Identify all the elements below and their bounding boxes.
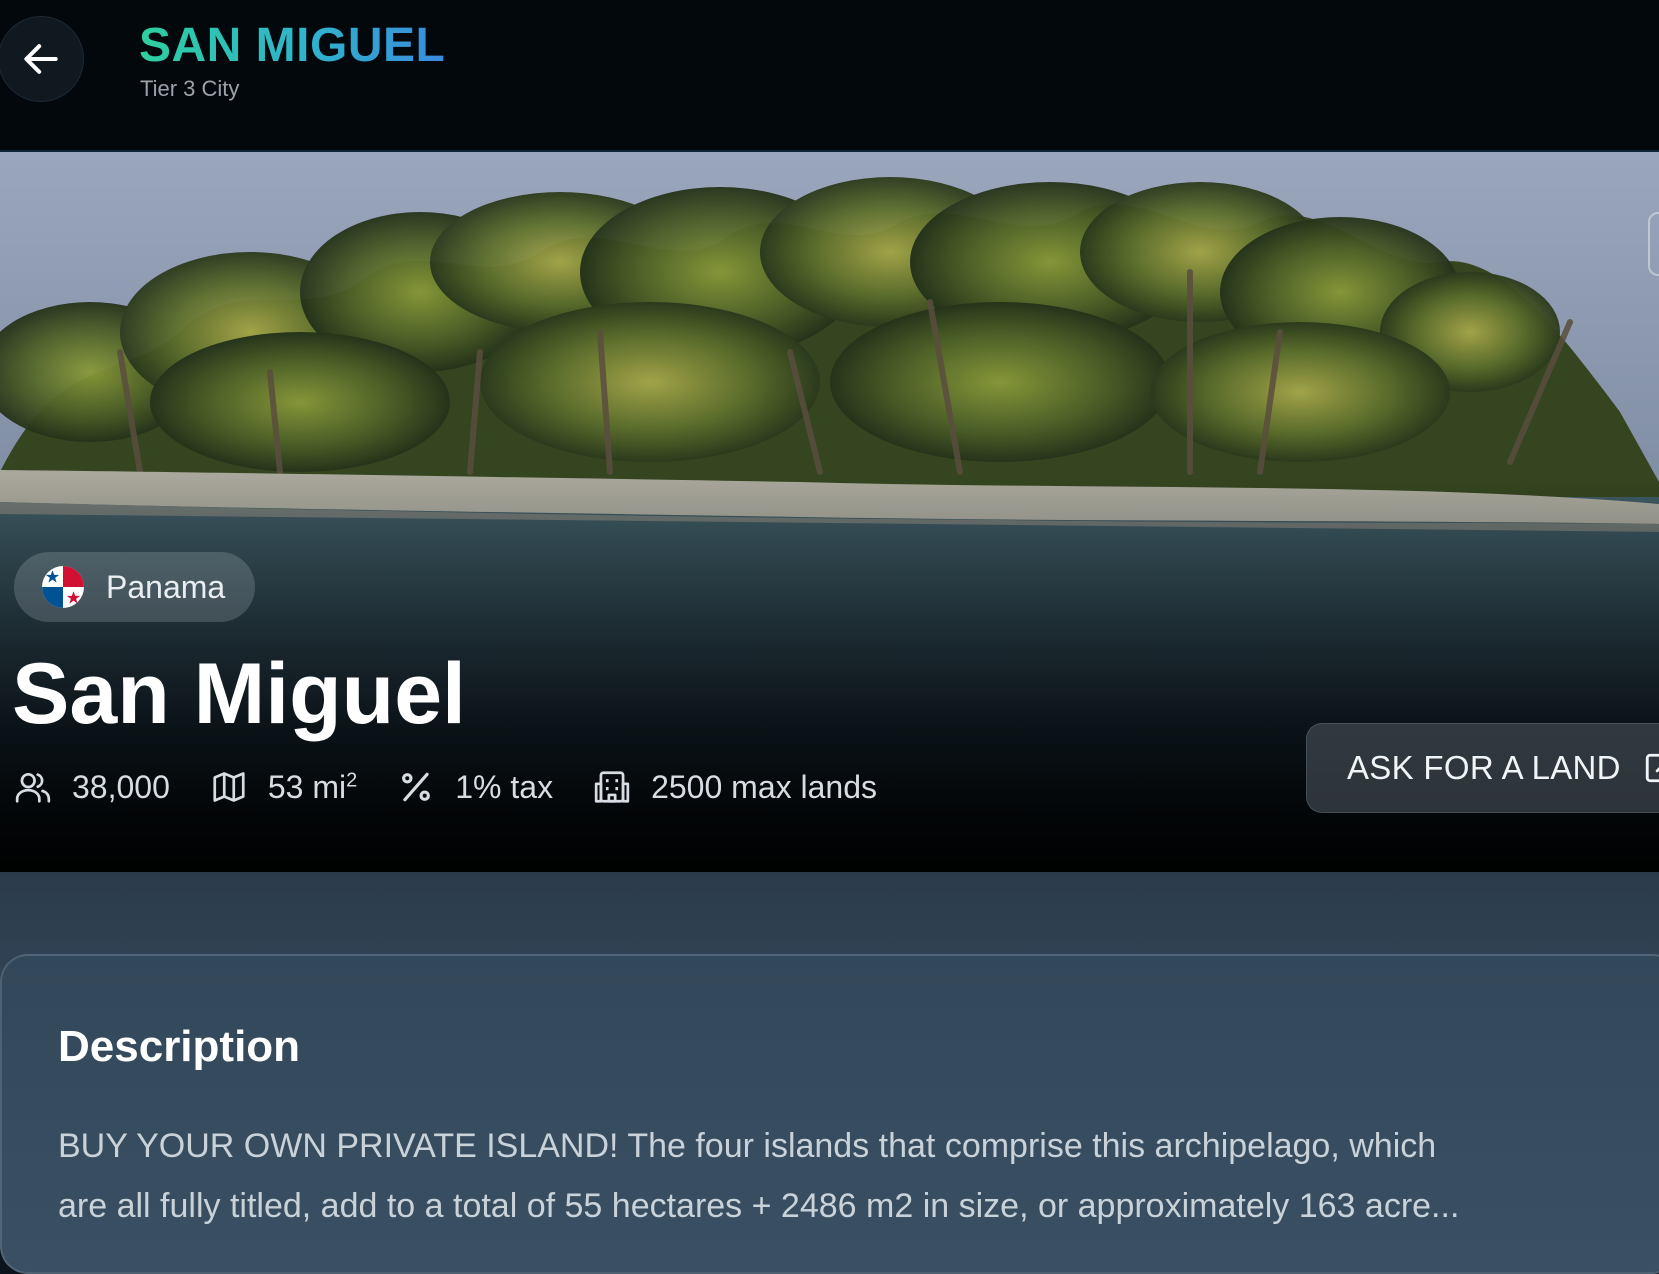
description-line: BUY YOUR OWN PRIVATE ISLAND! The four is… (58, 1127, 1437, 1165)
external-link-icon (1645, 753, 1659, 783)
top-header: SAN MIGUEL Tier 3 City (0, 0, 1659, 152)
max-lands-value: 2500 max lands (651, 768, 877, 805)
country-name: Panama (106, 568, 226, 605)
stat-area: 53 mi2 (210, 768, 357, 806)
page-title: SAN MIGUEL (139, 19, 446, 72)
city-name-heading: San Miguel (12, 646, 466, 742)
users-icon (15, 772, 51, 803)
ask-for-land-label: ASK FOR A LAND (1347, 749, 1621, 786)
panama-flag-icon (42, 566, 84, 608)
arrow-left-icon (24, 44, 58, 74)
description-card: Description BUY YOUR OWN PRIVATE ISLAND!… (0, 954, 1659, 1274)
population-value: 38,000 (72, 768, 170, 805)
ask-for-land-button[interactable]: ASK FOR A LAND (1306, 723, 1659, 813)
map-icon (213, 772, 245, 802)
city-stats: 38,000 53 mi2 1% tax 2500 max lands (14, 762, 917, 812)
description-text: BUY YOUR OWN PRIVATE ISLAND! The four is… (58, 1116, 1648, 1236)
stat-population: 38,000 (14, 768, 170, 806)
percent-icon (402, 772, 431, 802)
stat-tax: 1% tax (397, 768, 553, 806)
carousel-handle[interactable] (1648, 212, 1659, 276)
stat-max-lands: 2500 max lands (593, 768, 877, 806)
area-unit-superscript: 2 (346, 768, 358, 791)
description-heading: Description (58, 1022, 301, 1071)
city-tier-label: Tier 3 City (140, 76, 240, 101)
building-icon (594, 771, 630, 803)
content-area: Description BUY YOUR OWN PRIVATE ISLAND!… (0, 872, 1659, 1274)
back-button[interactable] (0, 16, 84, 102)
country-chip[interactable]: Panama (14, 552, 256, 622)
description-line: are all fully titled, add to a total of … (58, 1187, 1460, 1225)
hero-banner: Panama San Miguel 38,000 53 mi2 1% tax 2… (0, 152, 1659, 872)
tax-value: 1% tax (455, 768, 554, 805)
area-value: 53 mi2 (267, 768, 358, 805)
